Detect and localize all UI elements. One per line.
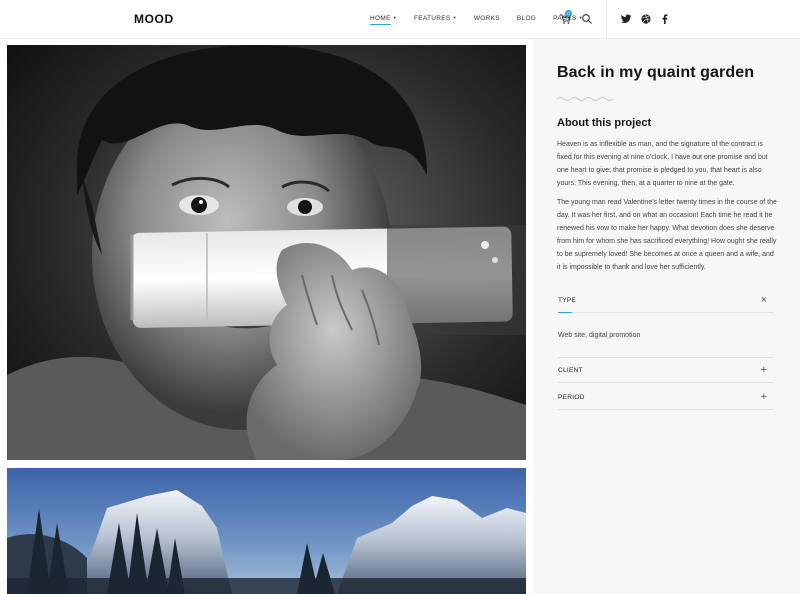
- accordion-label: TYPE: [558, 297, 577, 304]
- accordion-divider: [558, 382, 773, 383]
- accordion-divider: [558, 409, 773, 410]
- accordion-label: CLIENT: [558, 367, 583, 374]
- about-paragraph: The young man read Valentine's letter tw…: [557, 199, 777, 271]
- caret-down-icon: ▼: [392, 15, 397, 20]
- nav-label: WORKS: [473, 15, 500, 22]
- accordion-active-indicator: [558, 312, 572, 313]
- nav-item-features[interactable]: FEATURES ▼: [414, 15, 457, 22]
- site-header: MOOD HOME ▼ FEATURES ▼ WORKS BLOG PAGES ▼ 0: [0, 0, 800, 39]
- accordion-toggle-type[interactable]: TYPE ×: [558, 293, 773, 309]
- facebook-icon[interactable]: [659, 13, 671, 25]
- project-image-mountains[interactable]: [7, 468, 526, 594]
- project-title: Back in my quaint garden: [557, 64, 755, 81]
- project-image-boy-telescope[interactable]: [7, 45, 526, 460]
- accordion-divider: [558, 312, 773, 313]
- accordion-content-type: Web site, digital promotion: [558, 332, 641, 339]
- cart-count-badge: 0: [565, 10, 572, 17]
- twitter-icon[interactable]: [620, 13, 632, 25]
- site-logo[interactable]: MOOD: [134, 12, 174, 26]
- search-icon[interactable]: [581, 13, 593, 25]
- accordion-divider: [558, 357, 773, 358]
- nav-label: BLOG: [516, 15, 537, 22]
- header-divider: [606, 0, 607, 39]
- dribbble-icon[interactable]: [640, 13, 652, 25]
- nav-item-home[interactable]: HOME ▼: [370, 15, 397, 25]
- project-gallery: [0, 39, 533, 594]
- plus-icon[interactable]: +: [761, 364, 767, 376]
- nav-item-works[interactable]: WORKS: [474, 15, 500, 22]
- about-paragraph: Heaven is as inflexible as man, and the …: [557, 141, 768, 187]
- nav-label: FEATURES: [413, 15, 451, 22]
- nav-item-blog[interactable]: BLOG: [517, 15, 536, 22]
- caret-down-icon: ▼: [452, 15, 457, 20]
- nav-label: HOME: [370, 15, 391, 22]
- wave-divider: [557, 97, 613, 101]
- accordion-toggle-period[interactable]: PERIOD +: [558, 390, 773, 406]
- close-icon[interactable]: ×: [761, 294, 767, 306]
- project-details-sidebar: Back in my quaint garden About this proj…: [533, 39, 800, 594]
- plus-icon[interactable]: +: [761, 391, 767, 403]
- accordion-toggle-client[interactable]: CLIENT +: [558, 363, 773, 379]
- about-heading: About this project: [557, 117, 652, 129]
- accordion-label: PERIOD: [558, 394, 585, 401]
- main-content: Back in my quaint garden About this proj…: [0, 39, 800, 594]
